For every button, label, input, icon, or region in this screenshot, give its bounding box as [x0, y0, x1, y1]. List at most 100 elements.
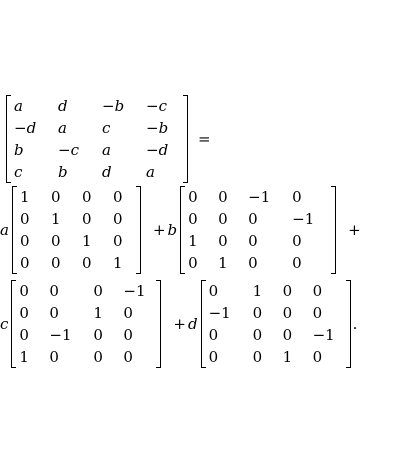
matrix-entry: 0 [248, 254, 258, 272]
matrix-entry: 0 [81, 188, 92, 206]
left-bracket [6, 95, 11, 183]
matrix-entry: 0 [252, 304, 263, 322]
matrix-entry: 0 [292, 232, 302, 250]
matrix-entry: −1 [208, 304, 231, 322]
matrix-entry: −1 [123, 282, 146, 300]
equals-sign: = [198, 130, 211, 148]
matrix-entry: 1 [282, 348, 293, 366]
matrix-entry: 0 [50, 188, 61, 206]
matrix-entry: 0 [208, 282, 219, 300]
matrix-entry: b [58, 163, 68, 181]
matrix-entry: 0 [19, 304, 29, 322]
matrix-b: 0 0 −1 0 0 0 0 −1 1 0 0 0 0 1 0 0 [180, 186, 337, 274]
matrix-a: 1 0 0 0 0 1 0 0 0 0 1 0 0 0 0 1 [11, 186, 141, 274]
matrix-entry: −d [14, 119, 37, 137]
coefficient-a: a [0, 221, 9, 239]
matrix-entry: 0 [208, 348, 219, 366]
matrix-entry: −c [146, 97, 167, 115]
left-bracket [11, 280, 17, 368]
matrix-entry: 0 [218, 232, 228, 250]
matrix-entry: a [146, 163, 155, 181]
matrix-entry: 0 [123, 326, 133, 344]
matrix-entry: 0 [112, 188, 123, 206]
matrix-entry: −b [102, 97, 125, 115]
right-bracket [183, 95, 188, 183]
matrix-entry: 0 [312, 282, 323, 300]
matrix-entry: d [58, 97, 68, 115]
matrix-entry: 0 [93, 348, 103, 366]
equation-line-3: c 0 0 0 −1 0 0 1 0 0 −1 0 0 1 0 0 0 + d 0 1 0 0 −1 0 0 0 0 0 0 −1 0… [0, 280, 361, 368]
right-bracket [345, 280, 351, 368]
matrix-entry: 0 [49, 282, 59, 300]
matrix-entry: 0 [19, 232, 30, 250]
plus-sign: + [348, 221, 361, 239]
matrix-entry: 0 [188, 254, 198, 272]
period: . [352, 315, 358, 333]
matrix-entry: 0 [50, 232, 61, 250]
left-bracket [180, 186, 186, 274]
matrix-entry: 1 [19, 348, 29, 366]
matrix-entry: 0 [81, 210, 92, 228]
matrix-entry: 0 [282, 304, 293, 322]
matrix-entry: 0 [252, 348, 263, 366]
matrix-entry: 0 [218, 210, 228, 228]
matrix-entry: 0 [49, 304, 59, 322]
matrix-entry: 1 [81, 232, 92, 250]
matrix-c-grid: 0 0 0 −1 0 0 1 0 0 −1 0 0 1 0 0 0 [11, 280, 161, 368]
left-bracket [11, 186, 17, 274]
matrix-entry: 0 [188, 210, 198, 228]
matrix-entry: 0 [282, 326, 293, 344]
matrix-entry: 0 [208, 326, 219, 344]
matrix-entry: 1 [188, 232, 198, 250]
matrix-entry: −1 [248, 188, 271, 206]
matrix-entry: −c [58, 141, 79, 159]
matrix-d: 0 1 0 0 −1 0 0 0 0 0 0 −1 0 0 1 0 [200, 280, 351, 368]
left-bracket [200, 280, 206, 368]
matrix-entry: 1 [218, 254, 228, 272]
matrix-entry: −1 [292, 210, 315, 228]
coefficient-c: c [0, 315, 9, 333]
matrix-entry: 0 [19, 282, 29, 300]
matrix-entry: 0 [112, 232, 123, 250]
matrix-entry: 1 [252, 282, 263, 300]
right-bracket [135, 186, 141, 274]
lhs-matrix: a d −b −c −d a c −b b −c a −d c b d a [6, 95, 188, 183]
matrix-entry: 0 [123, 304, 133, 322]
matrix-entry: −1 [312, 326, 335, 344]
coefficient-b: b [167, 221, 178, 239]
matrix-entry: 0 [252, 326, 263, 344]
matrix-d-grid: 0 1 0 0 −1 0 0 0 0 0 0 −1 0 0 1 0 [201, 280, 351, 368]
matrix-entry: 0 [19, 254, 30, 272]
plus-sign: + [173, 315, 186, 333]
matrix-entry: c [14, 163, 23, 181]
matrix-entry: 0 [312, 304, 323, 322]
right-bracket [156, 280, 162, 368]
matrix-b-grid: 0 0 −1 0 0 0 0 −1 1 0 0 0 0 1 0 0 [180, 186, 336, 274]
matrix-entry: 0 [93, 282, 103, 300]
matrix-entry: 1 [112, 254, 123, 272]
matrix-entry: a [102, 141, 111, 159]
matrix-entry: 0 [218, 188, 228, 206]
matrix-entry: 0 [248, 232, 258, 250]
matrix-entry: 0 [292, 254, 302, 272]
matrix-entry: 0 [188, 188, 198, 206]
matrix-a-grid: 1 0 0 0 0 1 0 0 0 0 1 0 0 0 0 1 [12, 186, 141, 274]
matrix-entry: 0 [50, 254, 61, 272]
coefficient-d: d [187, 315, 198, 333]
matrix-entry: −d [146, 141, 169, 159]
plus-sign: + [152, 221, 166, 239]
matrix-entry: 0 [282, 282, 293, 300]
matrix-entry: 1 [93, 304, 103, 322]
equation-line-2: a 1000010000100001 + b 0 0 −1 0 0 0 0 −1 1 0 0 0 0 1 0… [0, 186, 365, 274]
matrix-c: 0 0 0 −1 0 0 1 0 0 −1 0 0 1 0 0 0 [11, 280, 162, 368]
right-bracket [331, 186, 337, 274]
matrix-entry: 0 [49, 348, 59, 366]
matrix-entry: a [14, 97, 23, 115]
equation-line-1: a d −b −c −d a c −b b −c a −d c b d a = [6, 95, 215, 183]
matrix-entry: 1 [19, 188, 30, 206]
matrix-entry: 0 [93, 326, 103, 344]
matrix-entry: −b [146, 119, 169, 137]
matrix-entry: b [14, 141, 24, 159]
matrix-entry: 0 [112, 210, 123, 228]
matrix-entry: 0 [123, 348, 133, 366]
